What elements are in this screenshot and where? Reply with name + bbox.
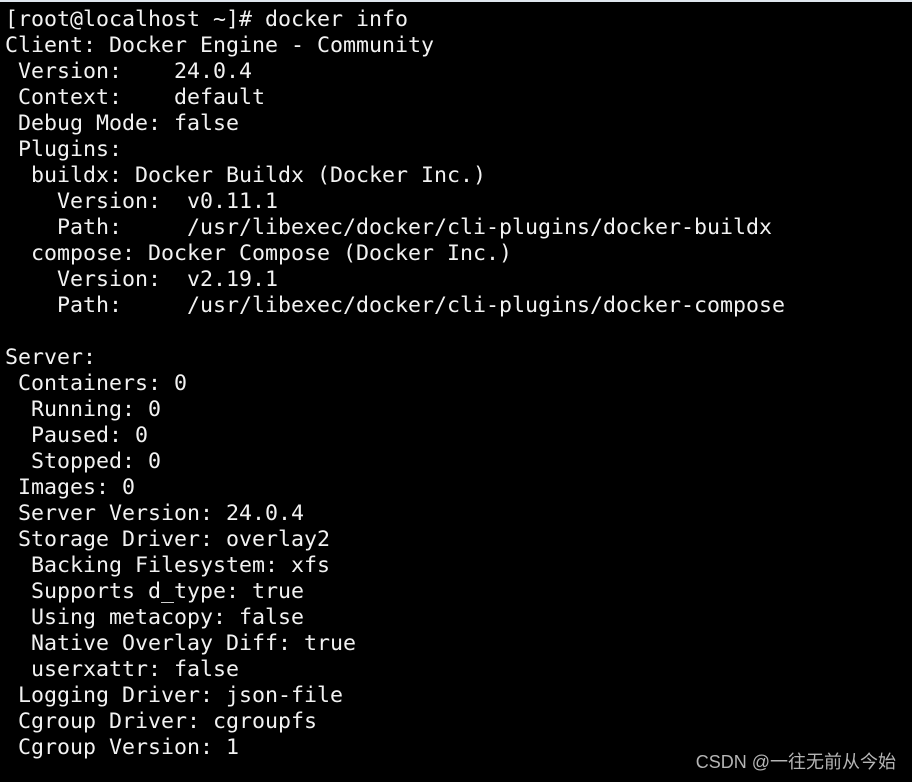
output-line: Path: /usr/libexec/docker/cli-plugins/do… (5, 215, 773, 240)
output-line: compose: Docker Compose (Docker Inc.) (5, 241, 513, 266)
output-line: Version: v2.19.1 (5, 267, 279, 292)
output-line: Running: 0 (5, 397, 162, 422)
output-line: Storage Driver: overlay2 (5, 527, 331, 552)
window-top-edge (0, 0, 912, 2)
output-line: Plugins: (5, 137, 123, 162)
output-line: userxattr: false (5, 657, 240, 682)
output-line: Client: Docker Engine - Community (5, 33, 435, 58)
watermark: CSDN @一往无前从今始 (695, 752, 896, 772)
output-line: Using metacopy: false (5, 605, 305, 630)
output-line: Images: 0 (5, 475, 136, 500)
terminal-output[interactable]: [root@localhost ~]# docker info Client: D… (5, 7, 785, 761)
output-line: Version: v0.11.1 (5, 189, 279, 214)
output-line: Debug Mode: false (5, 111, 240, 136)
output-line: Paused: 0 (5, 423, 149, 448)
output-line: Cgroup Driver: cgroupfs (5, 709, 318, 734)
output-line: Backing Filesystem: xfs (5, 553, 331, 578)
output-line: Logging Driver: json-file (5, 683, 344, 708)
command-line: [root@localhost ~]# docker info (5, 7, 409, 32)
output-line: Supports d_type: true (5, 579, 305, 604)
output-line: Server: (5, 345, 97, 370)
output-line: buildx: Docker Buildx (Docker Inc.) (5, 163, 487, 188)
output-line: Native Overlay Diff: true (5, 631, 357, 656)
output-line: Context: default (5, 85, 266, 110)
output-line: Version: 24.0.4 (5, 59, 253, 84)
output-line: Path: /usr/libexec/docker/cli-plugins/do… (5, 293, 786, 318)
output-line: Cgroup Version: 1 (5, 735, 240, 760)
output-line: Stopped: 0 (5, 449, 162, 474)
output-line: Containers: 0 (5, 371, 188, 396)
output-line: Server Version: 24.0.4 (5, 501, 305, 526)
